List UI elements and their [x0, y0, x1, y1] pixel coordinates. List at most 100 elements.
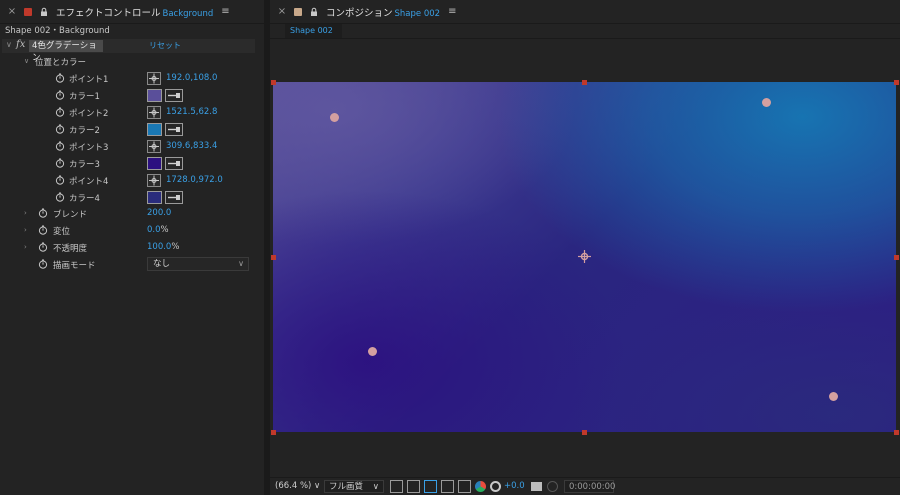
stopwatch-icon[interactable]: [38, 208, 48, 218]
point1-handle[interactable]: [330, 113, 339, 122]
reset-link[interactable]: リセット: [149, 40, 181, 51]
opacity-number[interactable]: 100.0: [147, 242, 171, 252]
prop-row-point-2[interactable]: ポイント2 1521.5,62.8: [0, 104, 255, 121]
eyedropper-icon[interactable]: [165, 157, 183, 170]
bbox-handle[interactable]: [582, 430, 587, 435]
color-swatch[interactable]: [147, 89, 162, 102]
eyedropper-icon[interactable]: [165, 191, 183, 204]
chevron-right-icon[interactable]: ›: [24, 209, 27, 217]
prop-row-color-1[interactable]: カラー1: [0, 87, 255, 104]
chevron-down-icon[interactable]: ∨: [24, 57, 29, 65]
crosshair-icon[interactable]: [147, 140, 161, 153]
comp-viewer[interactable]: [270, 40, 900, 475]
jitter-number[interactable]: 0.0: [147, 225, 161, 235]
blend-value[interactable]: 200.0: [147, 208, 171, 218]
point-value[interactable]: 309.6,833.4: [166, 141, 217, 151]
show-snapshot-icon[interactable]: [547, 481, 558, 492]
opacity-value[interactable]: 100.0%: [147, 242, 179, 252]
crosshair-icon[interactable]: [147, 72, 161, 85]
fast-preview-icon[interactable]: [390, 480, 403, 493]
point2-handle[interactable]: [762, 98, 771, 107]
fx-toggle[interactable]: fx: [16, 39, 25, 50]
stopwatch-icon[interactable]: [55, 73, 65, 83]
prop-row-color-3[interactable]: カラー3: [0, 155, 255, 172]
anchor-point-icon[interactable]: [578, 250, 591, 263]
effect-controls-title: エフェクトコントロール Background: [56, 5, 213, 19]
bbox-handle[interactable]: [271, 255, 276, 260]
point-value[interactable]: 192.0,108.0: [166, 73, 217, 83]
bbox-handle[interactable]: [894, 80, 899, 85]
bbox-handle[interactable]: [582, 80, 587, 85]
exposure-reset-icon[interactable]: [490, 481, 501, 492]
stopwatch-icon[interactable]: [38, 242, 48, 252]
eyedropper-icon[interactable]: [165, 89, 183, 102]
crosshair-icon[interactable]: [147, 174, 161, 187]
prop-row-blend[interactable]: › ブレンド 200.0: [0, 205, 255, 222]
bbox-handle[interactable]: [894, 430, 899, 435]
zoom-dropdown[interactable]: (66.4 %) ∨: [275, 480, 320, 493]
transparency-grid-icon[interactable]: [407, 480, 420, 493]
close-icon[interactable]: ×: [6, 6, 18, 17]
composition-tab[interactable]: × コンポジション Shape 002 ≡: [270, 0, 900, 24]
lock-icon[interactable]: [39, 7, 49, 17]
camera-icon[interactable]: [531, 482, 542, 491]
point-value[interactable]: 1521.5,62.8: [166, 107, 217, 117]
eyedropper-icon[interactable]: [165, 123, 183, 136]
effect-name[interactable]: 4色グラデーション: [29, 40, 103, 63]
point-value[interactable]: 1728.0,972.0: [166, 175, 223, 185]
prop-label: 不透明度: [53, 244, 88, 254]
stopwatch-icon[interactable]: [55, 107, 65, 117]
prop-row-color-4[interactable]: カラー4: [0, 189, 255, 206]
timecode-field[interactable]: 0:00:00:00: [564, 480, 615, 493]
color-swatch[interactable]: [147, 157, 162, 170]
panel-menu-icon[interactable]: ≡: [221, 6, 229, 17]
panel-layer-name: Background: [162, 8, 214, 19]
prop-label: カラー3: [69, 160, 100, 170]
chevron-right-icon[interactable]: ›: [24, 226, 27, 234]
guides-icon[interactable]: [458, 480, 471, 493]
jitter-value[interactable]: 0.0%: [147, 225, 169, 235]
region-of-interest-icon[interactable]: [441, 480, 454, 493]
bbox-handle[interactable]: [894, 255, 899, 260]
color-swatch[interactable]: [147, 191, 162, 204]
close-icon[interactable]: ×: [276, 6, 288, 17]
prop-row-point-1[interactable]: ポイント1 192.0,108.0: [0, 70, 255, 87]
point4-handle[interactable]: [829, 392, 838, 401]
chevron-down-icon: ∨: [372, 482, 379, 492]
comp-canvas[interactable]: [273, 82, 896, 432]
prop-row-blend-mode[interactable]: 描画モード なし ∨: [0, 256, 255, 273]
stopwatch-icon[interactable]: [55, 192, 65, 202]
exposure-value[interactable]: +0.0: [504, 480, 525, 493]
comp-subtab[interactable]: Shape 002: [285, 24, 342, 38]
stopwatch-icon[interactable]: [55, 124, 65, 134]
color-swatch[interactable]: [147, 123, 162, 136]
prop-row-opacity[interactable]: › 不透明度 100.0%: [0, 239, 255, 256]
resolution-dropdown[interactable]: フル画質 ∨: [324, 480, 384, 493]
prop-row-jitter[interactable]: › 変位 0.0%: [0, 222, 255, 239]
lock-icon[interactable]: [309, 7, 319, 17]
stopwatch-icon[interactable]: [55, 175, 65, 185]
prop-row-point-4[interactable]: ポイント4 1728.0,972.0: [0, 172, 255, 189]
prop-row-color-2[interactable]: カラー2: [0, 121, 255, 138]
prop-label: カラー2: [69, 126, 100, 136]
prop-label: 描画モード: [53, 261, 96, 271]
stopwatch-icon[interactable]: [38, 259, 48, 269]
bbox-handle[interactable]: [271, 430, 276, 435]
chevron-right-icon[interactable]: ›: [24, 243, 27, 251]
mask-visibility-icon[interactable]: [424, 480, 437, 493]
panel-menu-icon[interactable]: ≡: [448, 6, 456, 17]
group-position-color[interactable]: ∨ 位置とカラー: [0, 53, 255, 70]
effect-controls-tab[interactable]: × エフェクトコントロール Background ≡: [0, 0, 264, 24]
bbox-handle[interactable]: [271, 80, 276, 85]
point3-handle[interactable]: [368, 347, 377, 356]
effect-header-row[interactable]: ∨ fx 4色グラデーション リセット: [2, 39, 255, 63]
chevron-down-icon[interactable]: ∨: [6, 40, 12, 49]
channel-icon[interactable]: [475, 481, 486, 492]
blend-mode-dropdown[interactable]: なし ∨: [147, 257, 249, 271]
crosshair-icon[interactable]: [147, 106, 161, 119]
stopwatch-icon[interactable]: [55, 158, 65, 168]
stopwatch-icon[interactable]: [55, 90, 65, 100]
stopwatch-icon[interactable]: [38, 225, 48, 235]
prop-row-point-3[interactable]: ポイント3 309.6,833.4: [0, 138, 255, 155]
stopwatch-icon[interactable]: [55, 141, 65, 151]
